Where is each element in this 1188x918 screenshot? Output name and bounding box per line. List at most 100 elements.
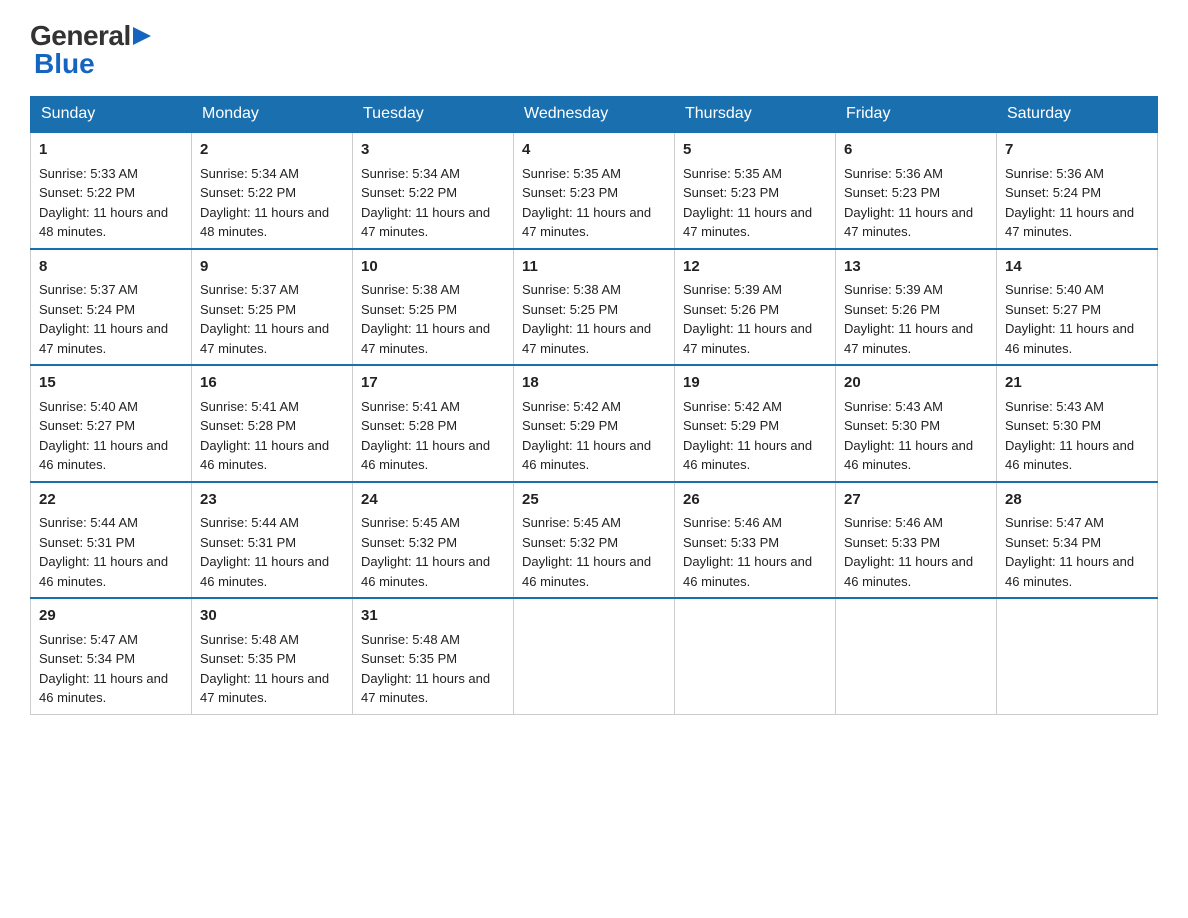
weekday-header-friday: Friday — [836, 97, 997, 133]
calendar-cell: 18 Sunrise: 5:42 AM Sunset: 5:29 PM Dayligh… — [514, 365, 675, 482]
weekday-header-saturday: Saturday — [997, 97, 1158, 133]
sunrise-text: Sunrise: 5:38 AM — [361, 282, 460, 297]
day-number: 19 — [683, 372, 827, 395]
calendar-cell: 6Sunrise: 5:36 AMSunset: 5:23 PMDaylight… — [836, 132, 997, 249]
daylight-text: Daylight: 11 hours and 46 minutes. — [361, 438, 490, 473]
calendar-cell: 21Sunrise: 5:43 AMSunset: 5:30 PMDayligh… — [997, 365, 1158, 482]
day-number: 22 — [39, 489, 183, 512]
sunset-text: Sunset: 5:27 PM — [39, 418, 135, 433]
day-number: 1 — [39, 139, 183, 162]
calendar-cell: 27Sunrise: 5:46 AMSunset: 5:33 PMDayligh… — [836, 482, 997, 599]
daylight-text: Daylight: 11 hours and 46 minutes. — [522, 438, 651, 473]
weekday-header-monday: Monday — [192, 97, 353, 133]
daylight-text: Daylight: 11 hours and 47 minutes. — [200, 321, 329, 356]
sunset-text: Sunset: 5:24 PM — [1005, 185, 1101, 200]
day-number: 23 — [200, 489, 344, 512]
daylight-text: Daylight: 11 hours and 47 minutes. — [522, 205, 651, 240]
sunrise-text: Sunrise: 5:42 AM — [683, 399, 782, 414]
day-number: 28 — [1005, 489, 1149, 512]
calendar-cell: 25Sunrise: 5:45 AMSunset: 5:32 PMDayligh… — [514, 482, 675, 599]
calendar-cell: 13 Sunrise: 5:39 AM Sunset: 5:26 PM Dayligh… — [836, 249, 997, 366]
sunset-text: Sunset: 5:33 PM — [844, 535, 940, 550]
day-number: 9 — [200, 256, 344, 279]
daylight-text: Daylight: 11 hours and 47 minutes. — [361, 671, 490, 706]
calendar-week-row: 22 Sunrise: 5:44 AM Sunset: 5:31 PM Dayligh… — [31, 482, 1158, 599]
daylight-text: Daylight: 11 hours and 46 minutes. — [361, 554, 490, 589]
sunset-text: Sunset: 5:26 PM — [683, 302, 779, 317]
daylight-text: Daylight: 11 hours and 48 minutes. — [39, 205, 168, 240]
calendar-cell: 28Sunrise: 5:47 AMSunset: 5:34 PMDayligh… — [997, 482, 1158, 599]
sunset-text: Sunset: 5:22 PM — [200, 185, 296, 200]
sunrise-text: Sunrise: 5:45 AM — [522, 515, 621, 530]
weekday-header-thursday: Thursday — [675, 97, 836, 133]
sunset-text: Sunset: 5:30 PM — [1005, 418, 1101, 433]
day-number: 24 — [361, 489, 505, 512]
sunrise-text: Sunrise: 5:43 AM — [844, 399, 943, 414]
sunrise-text: Sunrise: 5:35 AM — [683, 166, 782, 181]
sunset-text: Sunset: 5:28 PM — [361, 418, 457, 433]
day-number: 29 — [39, 605, 183, 628]
sunrise-text: Sunrise: 5:33 AM — [39, 166, 138, 181]
daylight-text: Daylight: 11 hours and 46 minutes. — [39, 554, 168, 589]
daylight-text: Daylight: 11 hours and 47 minutes. — [683, 321, 812, 356]
daylight-text: Daylight: 11 hours and 46 minutes. — [1005, 438, 1134, 473]
sunset-text: Sunset: 5:28 PM — [200, 418, 296, 433]
calendar-table: SundayMondayTuesdayWednesdayThursdayFrid… — [30, 96, 1158, 715]
sunset-text: Sunset: 5:22 PM — [39, 185, 135, 200]
day-number: 26 — [683, 489, 827, 512]
calendar-header-row: SundayMondayTuesdayWednesdayThursdayFrid… — [31, 97, 1158, 133]
sunrise-text: Sunrise: 5:36 AM — [1005, 166, 1104, 181]
calendar-cell: 9Sunrise: 5:37 AMSunset: 5:25 PMDaylight… — [192, 249, 353, 366]
day-number: 13 — [844, 256, 988, 279]
sunrise-text: Sunrise: 5:44 AM — [39, 515, 138, 530]
calendar-cell: 12Sunrise: 5:39 AMSunset: 5:26 PMDayligh… — [675, 249, 836, 366]
sunset-text: Sunset: 5:31 PM — [200, 535, 296, 550]
sunrise-text: Sunrise: 5:48 AM — [361, 632, 460, 647]
daylight-text: Daylight: 11 hours and 47 minutes. — [361, 321, 490, 356]
daylight-text: Daylight: 11 hours and 46 minutes. — [522, 554, 651, 589]
logo-flag-icon — [133, 27, 151, 45]
calendar-cell: 22Sunrise: 5:44 AMSunset: 5:31 PMDayligh… — [31, 482, 192, 599]
daylight-text: Daylight: 11 hours and 47 minutes. — [844, 321, 973, 356]
daylight-text: Daylight: 11 hours and 47 minutes. — [1005, 205, 1134, 240]
daylight-text: Daylight: 11 hours and 46 minutes. — [200, 438, 329, 473]
calendar-cell: 15Sunrise: 5:40 AMSunset: 5:27 PMDayligh… — [31, 365, 192, 482]
sunrise-text: Sunrise: 5:46 AM — [683, 515, 782, 530]
sunrise-text: Sunrise: 5:48 AM — [200, 632, 299, 647]
sunset-text: Sunset: 5:29 PM — [683, 418, 779, 433]
calendar-cell: 16Sunrise: 5:41 AMSunset: 5:28 PMDayligh… — [192, 365, 353, 482]
day-number: 7 — [1005, 139, 1149, 162]
sunset-text: Sunset: 5:30 PM — [844, 418, 940, 433]
daylight-text: Daylight: 11 hours and 46 minutes. — [844, 438, 973, 473]
sunrise-text: Sunrise: 5:34 AM — [361, 166, 460, 181]
calendar-cell: 10Sunrise: 5:38 AMSunset: 5:25 PMDayligh… — [353, 249, 514, 366]
sunset-text: Sunset: 5:25 PM — [361, 302, 457, 317]
calendar-cell: 3Sunrise: 5:34 AMSunset: 5:22 PMDaylight… — [353, 132, 514, 249]
daylight-text: Daylight: 11 hours and 47 minutes. — [683, 205, 812, 240]
calendar-cell: 17Sunrise: 5:41 AMSunset: 5:28 PMDayligh… — [353, 365, 514, 482]
sunrise-text: Sunrise: 5:39 AM — [844, 282, 943, 297]
calendar-week-row: 1 Sunrise: 5:33 AM Sunset: 5:22 PM Daylight… — [31, 132, 1158, 249]
calendar-cell: 19Sunrise: 5:42 AMSunset: 5:29 PMDayligh… — [675, 365, 836, 482]
daylight-text: Daylight: 11 hours and 46 minutes. — [39, 671, 168, 706]
calendar-cell: 29Sunrise: 5:47 AMSunset: 5:34 PMDayligh… — [31, 598, 192, 714]
sunset-text: Sunset: 5:29 PM — [522, 418, 618, 433]
daylight-text: Daylight: 11 hours and 46 minutes. — [844, 554, 973, 589]
day-number: 17 — [361, 372, 505, 395]
calendar-cell — [997, 598, 1158, 714]
day-number: 5 — [683, 139, 827, 162]
sunrise-text: Sunrise: 5:42 AM — [522, 399, 621, 414]
daylight-text: Daylight: 11 hours and 46 minutes. — [1005, 321, 1134, 356]
sunset-text: Sunset: 5:23 PM — [844, 185, 940, 200]
daylight-text: Daylight: 11 hours and 46 minutes. — [39, 438, 168, 473]
day-number: 2 — [200, 139, 344, 162]
sunrise-text: Sunrise: 5:38 AM — [522, 282, 621, 297]
logo-blue-text: Blue — [34, 48, 95, 79]
day-number: 18 — [522, 372, 666, 395]
calendar-cell — [514, 598, 675, 714]
sunset-text: Sunset: 5:26 PM — [844, 302, 940, 317]
calendar-week-row: 8Sunrise: 5:37 AMSunset: 5:24 PMDaylight… — [31, 249, 1158, 366]
sunset-text: Sunset: 5:23 PM — [522, 185, 618, 200]
calendar-cell — [675, 598, 836, 714]
calendar-cell: 20Sunrise: 5:43 AMSunset: 5:30 PMDayligh… — [836, 365, 997, 482]
